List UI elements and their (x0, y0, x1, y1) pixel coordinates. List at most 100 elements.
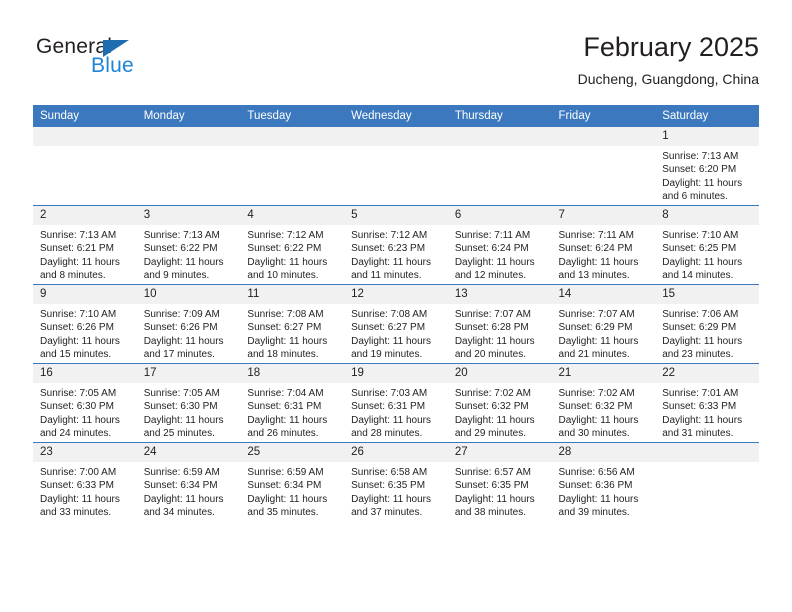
sunset-text: Sunset: 6:26 PM (143, 322, 218, 334)
sunrise-text: Sunrise: 7:02 AM (454, 388, 531, 399)
sunset-text: Sunset: 6:27 PM (247, 322, 322, 334)
day-number (33, 127, 137, 146)
daylight-text: Daylight: 11 hours and 11 minutes. (351, 256, 431, 281)
daylight-text: Daylight: 11 hours and 17 minutes. (143, 335, 224, 360)
day-number: 10 (136, 285, 241, 304)
day-number: 11 (240, 285, 345, 304)
day-number: 17 (136, 364, 241, 383)
calendar-day-cell[interactable]: 18 Sunrise: 7:04 AM Sunset: 6:31 PM Dayligh… (240, 363, 345, 443)
sunrise-text: Sunrise: 7:11 AM (558, 230, 634, 241)
calendar-day-cell[interactable]: 15 Sunrise: 7:06 AM Sunset: 6:29 PM Dayligh… (655, 284, 759, 364)
calendar-page: General Blue February 2025 Ducheng, Guan… (0, 0, 792, 612)
day-details: Sunrise: 7:05 AM Sunset: 6:30 PM Daylight:… (137, 383, 241, 440)
day-number: 26 (344, 443, 448, 462)
sunset-text: Sunset: 6:22 PM (143, 243, 218, 255)
calendar-day-cell[interactable]: 4 Sunrise: 7:12 AM Sunset: 6:22 PM Daylight… (240, 205, 345, 285)
page-header: General Blue February 2025 Ducheng, Guan… (33, 30, 759, 98)
calendar-day-cell[interactable]: 9 Sunrise: 7:10 AM Sunset: 6:26 PM Daylight… (33, 284, 137, 364)
calendar-cell-empty (655, 442, 759, 521)
calendar-day-cell[interactable]: 24 Sunrise: 6:59 AM Sunset: 6:34 PM Dayligh… (136, 442, 241, 521)
calendar-day-cell[interactable]: 20 Sunrise: 7:02 AM Sunset: 6:32 PM Dayligh… (447, 363, 552, 443)
daylight-text: Daylight: 11 hours and 34 minutes. (143, 493, 224, 518)
day-details: Sunrise: 7:08 AM Sunset: 6:27 PM Daylight:… (240, 304, 344, 361)
daylight-text: Daylight: 11 hours and 19 minutes. (351, 335, 431, 360)
sunset-text: Sunset: 6:29 PM (662, 322, 737, 334)
calendar-day-cell[interactable]: 5 Sunrise: 7:12 AM Sunset: 6:23 PM Daylight… (344, 205, 448, 285)
calendar-day-cell[interactable]: 11 Sunrise: 7:08 AM Sunset: 6:27 PM Dayligh… (240, 284, 345, 364)
day-details: Sunrise: 7:13 AM Sunset: 6:20 PM Daylight:… (655, 146, 759, 203)
daylight-text: Daylight: 11 hours and 35 minutes. (247, 493, 328, 518)
calendar-cell-empty (344, 127, 448, 206)
sunrise-text: Sunrise: 7:07 AM (558, 309, 635, 320)
daylight-text: Daylight: 11 hours and 25 minutes. (143, 414, 224, 439)
weekday-header-wednesday: Wednesday (344, 105, 448, 127)
sunrise-text: Sunrise: 7:13 AM (662, 151, 739, 162)
day-number: 13 (447, 285, 552, 304)
sunrise-text: Sunrise: 7:10 AM (40, 309, 117, 320)
calendar-week-row: 9 Sunrise: 7:10 AM Sunset: 6:26 PM Daylight… (33, 284, 759, 364)
calendar-day-cell[interactable]: 7 Sunrise: 7:11 AM Sunset: 6:24 PM Daylight… (551, 205, 656, 285)
calendar-day-cell[interactable]: 19 Sunrise: 7:03 AM Sunset: 6:31 PM Dayligh… (344, 363, 448, 443)
calendar-day-cell[interactable]: 28 Sunrise: 6:56 AM Sunset: 6:36 PM Dayligh… (551, 442, 656, 521)
day-details: Sunrise: 7:01 AM Sunset: 6:33 PM Daylight:… (655, 383, 759, 440)
calendar-day-cell[interactable]: 12 Sunrise: 7:08 AM Sunset: 6:27 PM Dayligh… (344, 284, 448, 364)
calendar-day-cell[interactable]: 10 Sunrise: 7:09 AM Sunset: 6:26 PM Dayligh… (136, 284, 241, 364)
calendar-day-cell[interactable]: 26 Sunrise: 6:58 AM Sunset: 6:35 PM Dayligh… (344, 442, 448, 521)
daylight-text: Daylight: 11 hours and 9 minutes. (143, 256, 224, 281)
sunset-text: Sunset: 6:25 PM (662, 243, 737, 255)
calendar-day-cell[interactable]: 6 Sunrise: 7:11 AM Sunset: 6:24 PM Daylight… (447, 205, 552, 285)
calendar-day-cell[interactable]: 3 Sunrise: 7:13 AM Sunset: 6:22 PM Daylight… (136, 205, 241, 285)
sunset-text: Sunset: 6:24 PM (558, 243, 633, 255)
sunset-text: Sunset: 6:35 PM (351, 480, 426, 492)
sunrise-text: Sunrise: 7:05 AM (143, 388, 220, 399)
calendar-day-cell[interactable]: 17 Sunrise: 7:05 AM Sunset: 6:30 PM Dayligh… (136, 363, 241, 443)
day-details: Sunrise: 6:57 AM Sunset: 6:35 PM Daylight:… (448, 462, 552, 519)
calendar-week-row: 1 Sunrise: 7:13 AM Sunset: 6:20 PM Daylight… (33, 127, 759, 206)
calendar-table: Sunday Monday Tuesday Wednesday Thursday… (33, 105, 759, 521)
day-details: Sunrise: 7:00 AM Sunset: 6:33 PM Daylight:… (33, 462, 137, 519)
calendar-day-cell[interactable]: 23 Sunrise: 7:00 AM Sunset: 6:33 PM Dayligh… (33, 442, 137, 521)
calendar-day-cell[interactable]: 8 Sunrise: 7:10 AM Sunset: 6:25 PM Daylight… (655, 205, 759, 285)
sunset-text: Sunset: 6:26 PM (40, 322, 114, 334)
sunrise-text: Sunrise: 7:00 AM (40, 467, 117, 478)
calendar-day-cell[interactable]: 1 Sunrise: 7:13 AM Sunset: 6:20 PM Daylight… (655, 127, 759, 206)
calendar-day-cell[interactable]: 27 Sunrise: 6:57 AM Sunset: 6:35 PM Dayligh… (447, 442, 552, 521)
day-number: 15 (655, 285, 759, 304)
day-number (551, 127, 656, 146)
daylight-text: Daylight: 11 hours and 37 minutes. (351, 493, 431, 518)
sunrise-text: Sunrise: 6:57 AM (454, 467, 531, 478)
page-title: February 2025 (583, 32, 759, 62)
sunrise-text: Sunrise: 7:12 AM (351, 230, 428, 241)
day-number: 24 (136, 443, 241, 462)
sunrise-text: Sunrise: 7:08 AM (247, 309, 324, 320)
day-details: Sunrise: 6:56 AM Sunset: 6:36 PM Daylight:… (552, 462, 656, 519)
calendar-cell-empty (551, 127, 656, 206)
daylight-text: Daylight: 11 hours and 14 minutes. (662, 256, 743, 281)
calendar-day-cell[interactable]: 2 Sunrise: 7:13 AM Sunset: 6:21 PM Daylight… (33, 205, 137, 285)
weekday-header-friday: Friday (551, 105, 656, 127)
daylight-text: Daylight: 11 hours and 29 minutes. (454, 414, 535, 439)
day-details: Sunrise: 6:59 AM Sunset: 6:34 PM Daylight:… (137, 462, 241, 519)
daylight-text: Daylight: 11 hours and 30 minutes. (558, 414, 639, 439)
daylight-text: Daylight: 11 hours and 39 minutes. (558, 493, 639, 518)
calendar-day-cell[interactable]: 13 Sunrise: 7:07 AM Sunset: 6:28 PM Dayligh… (447, 284, 552, 364)
day-details: Sunrise: 7:07 AM Sunset: 6:29 PM Daylight:… (552, 304, 656, 361)
day-number: 23 (33, 443, 137, 462)
calendar-day-cell[interactable]: 14 Sunrise: 7:07 AM Sunset: 6:29 PM Dayligh… (551, 284, 656, 364)
sunrise-text: Sunrise: 7:05 AM (40, 388, 117, 399)
sunrise-text: Sunrise: 7:01 AM (662, 388, 739, 399)
calendar-cell-empty (136, 127, 241, 206)
calendar-day-cell[interactable]: 16 Sunrise: 7:05 AM Sunset: 6:30 PM Dayligh… (33, 363, 137, 443)
weekday-header-monday: Monday (136, 105, 241, 127)
daylight-text: Daylight: 11 hours and 8 minutes. (40, 256, 120, 281)
calendar-day-cell[interactable]: 22 Sunrise: 7:01 AM Sunset: 6:33 PM Dayligh… (655, 363, 759, 443)
day-number: 25 (240, 443, 345, 462)
sunset-text: Sunset: 6:33 PM (40, 480, 114, 492)
sunset-text: Sunset: 6:27 PM (351, 322, 426, 334)
calendar-day-cell[interactable]: 25 Sunrise: 6:59 AM Sunset: 6:34 PM Dayligh… (240, 442, 345, 521)
day-details: Sunrise: 7:10 AM Sunset: 6:26 PM Daylight:… (33, 304, 137, 361)
daylight-text: Daylight: 11 hours and 13 minutes. (558, 256, 639, 281)
sunrise-text: Sunrise: 6:56 AM (558, 467, 635, 478)
daylight-text: Daylight: 11 hours and 15 minutes. (40, 335, 120, 360)
calendar-day-cell[interactable]: 21 Sunrise: 7:02 AM Sunset: 6:32 PM Dayligh… (551, 363, 656, 443)
